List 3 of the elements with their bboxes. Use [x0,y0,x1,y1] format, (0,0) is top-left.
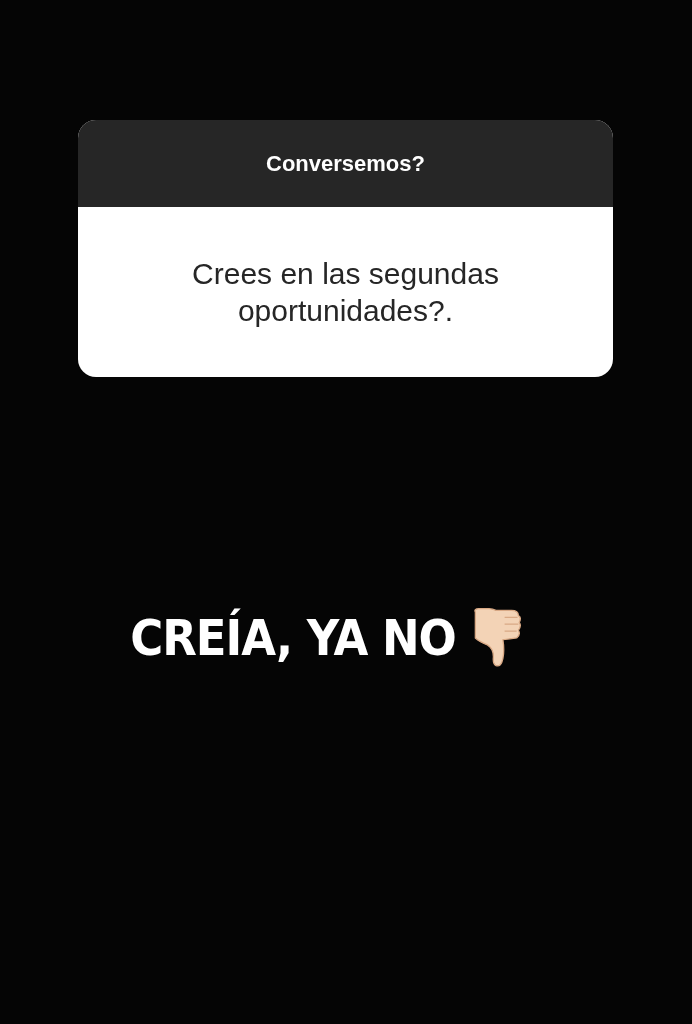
question-text: Crees en las segundas oportunidades?. [191,256,500,329]
answer-text: CREÍA, YA NO [130,609,456,667]
sticker-title: Conversemos? [266,150,425,177]
